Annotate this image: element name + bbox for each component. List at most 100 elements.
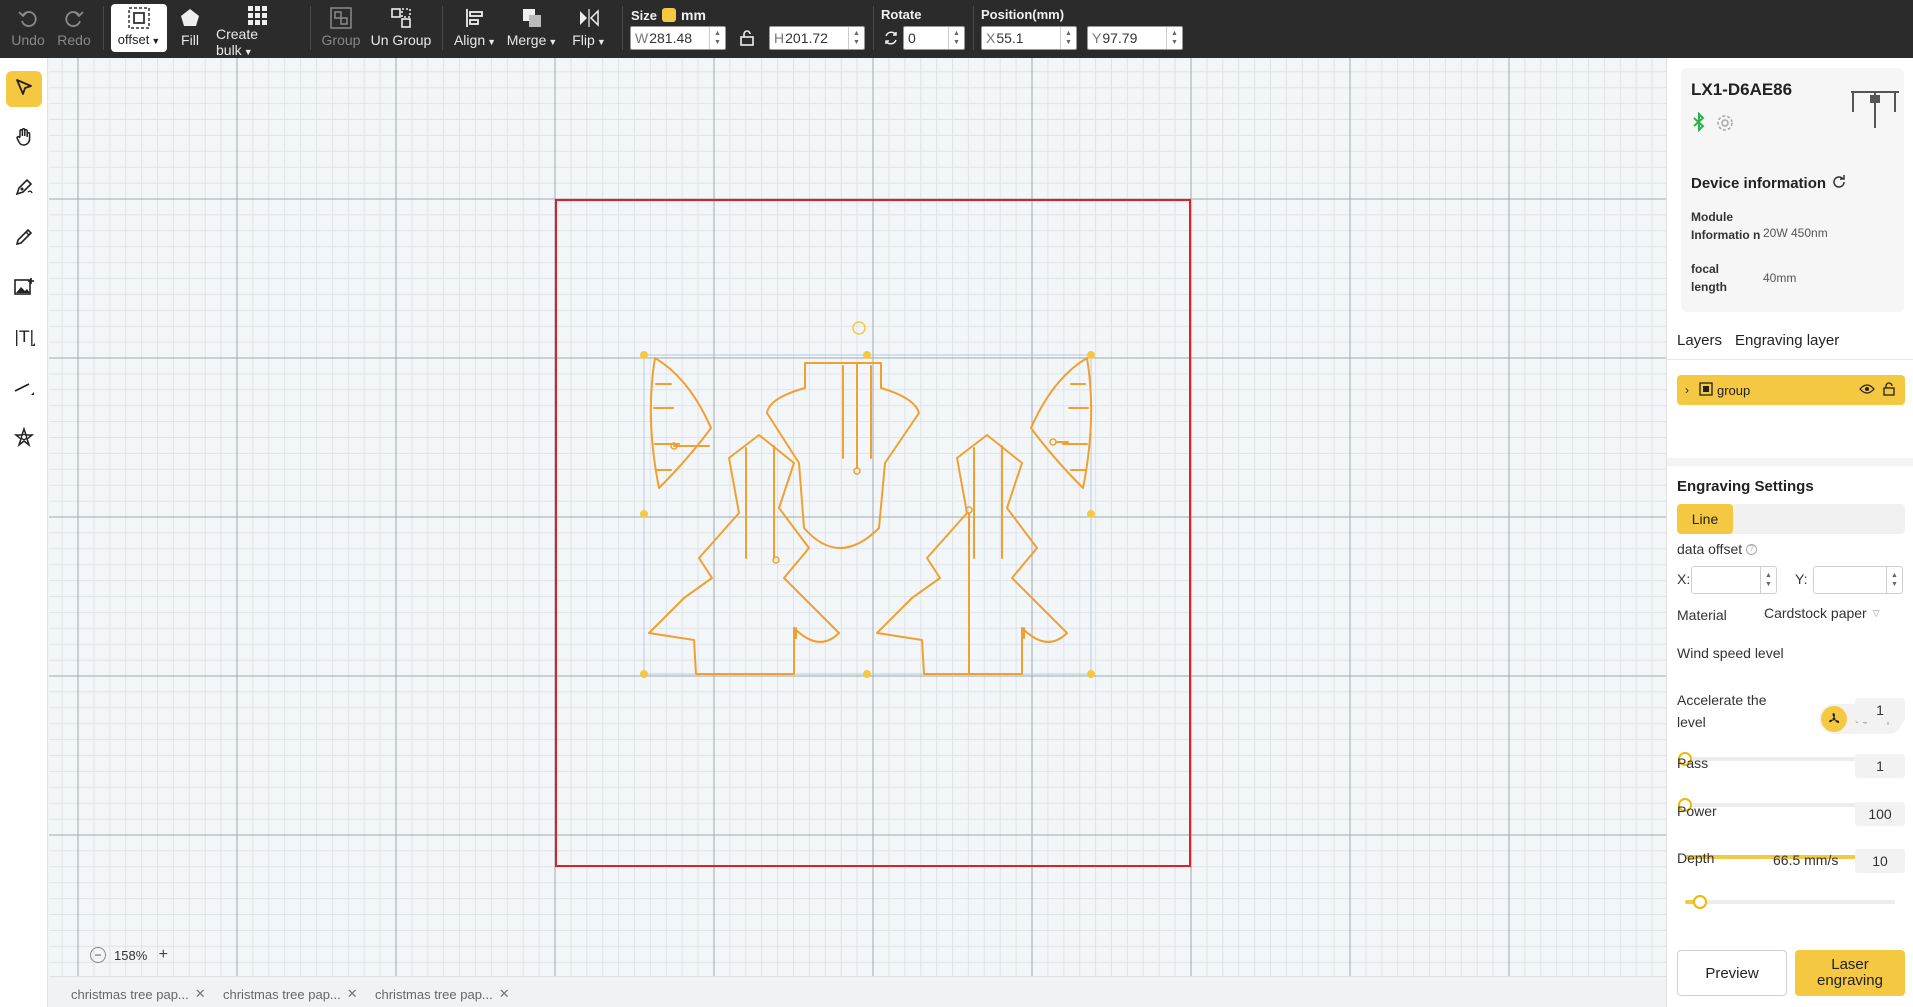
document-tab[interactable]: christmas tree pap... ✕ [61, 982, 216, 1006]
zoom-in-button[interactable]: + [155, 947, 171, 963]
resize-handle-bottom[interactable] [863, 670, 871, 678]
christmas-tree-design[interactable] [49, 58, 1666, 976]
undo-button[interactable]: Undo [8, 4, 48, 52]
pass-value[interactable]: 1 [1855, 754, 1905, 778]
merge-button[interactable]: Merge ▼ [506, 4, 558, 52]
laser-engraving-button[interactable]: Laser engraving [1795, 950, 1905, 996]
align-label: Align [453, 32, 486, 48]
y-position-input[interactable]: Y 97.79 ▲ ▼ [1087, 26, 1183, 50]
fill-button[interactable]: Fill [170, 4, 210, 52]
line-tool[interactable] [6, 371, 42, 407]
tab-engraving-layer[interactable]: Engraving layer [1735, 332, 1839, 349]
unit-toggle-icon[interactable] [662, 8, 677, 22]
y-stepper[interactable]: ▲ ▼ [1166, 27, 1182, 49]
toolbar-divider [310, 6, 311, 50]
image-tool[interactable] [6, 271, 42, 307]
offset-x-input[interactable]: ▲ ▼ [1691, 566, 1777, 594]
fan-high-icon[interactable] [1821, 706, 1847, 732]
text-tool[interactable]: |T| [6, 321, 42, 357]
mode-line-button[interactable]: Line [1677, 504, 1733, 534]
height-prefix: H [774, 30, 785, 46]
x-position-input[interactable]: X 55.1 ▲ ▼ [981, 26, 1077, 50]
rotate-input[interactable]: 0 ▲ ▼ [903, 26, 965, 50]
aspect-lock-icon[interactable] [738, 29, 756, 52]
resize-handle-left[interactable] [640, 510, 648, 518]
ungroup-icon [389, 4, 413, 32]
preview-button[interactable]: Preview [1677, 950, 1787, 996]
close-icon[interactable]: ✕ [195, 986, 206, 1002]
help-icon[interactable]: ? [1746, 543, 1758, 555]
device-name: LX1-D6AE86 [1691, 80, 1793, 99]
pen-tool[interactable] [6, 171, 42, 207]
document-tab-label: christmas tree pap... [375, 986, 493, 1002]
tab-layers[interactable]: Layers [1677, 332, 1722, 349]
unlock-icon[interactable] [1883, 381, 1895, 399]
select-tool[interactable] [6, 71, 42, 107]
rotate-value: 0 [908, 30, 916, 46]
ungroup-button[interactable]: Un Group [370, 4, 432, 52]
chevron-right-icon[interactable]: › [1685, 383, 1689, 397]
offset-button[interactable]: offset ▼ [111, 4, 167, 52]
rotate-stepper[interactable]: ▲ ▼ [948, 27, 964, 49]
group-button[interactable]: Group [318, 4, 364, 52]
flip-icon [578, 4, 600, 32]
toolbar-divider [103, 6, 104, 50]
resize-handle-top-right[interactable] [1087, 351, 1095, 359]
document-tab[interactable]: christmas tree pap... ✕ [365, 982, 520, 1006]
refresh-icon[interactable] [1832, 174, 1846, 192]
width-prefix: W [635, 30, 649, 46]
engraving-mode-bar: Line [1677, 504, 1905, 534]
hand-tool[interactable] [6, 121, 42, 157]
flip-button[interactable]: Flip ▼ [566, 4, 612, 52]
shape-tool[interactable] [6, 421, 42, 457]
height-stepper[interactable]: ▲ ▼ [848, 27, 864, 49]
chevron-down-icon: ▼ [487, 37, 497, 47]
depth-slider-knob[interactable] [1692, 895, 1707, 909]
depth-value[interactable]: 10 [1855, 849, 1905, 873]
left-toolbar: |T| [0, 58, 48, 1007]
offset-y-stepper[interactable]: ▲ ▼ [1886, 567, 1902, 593]
top-toolbar: Undo Redo offset ▼ Fill Create bulk ▼ Grou… [0, 0, 1913, 58]
resize-handle-right[interactable] [1087, 510, 1095, 518]
power-value[interactable]: 100 [1855, 802, 1905, 826]
rotate-label: Rotate [881, 7, 922, 22]
pencil-tool[interactable] [6, 221, 42, 257]
zoom-control: − 158% + [90, 944, 171, 966]
resize-handle-bottom-right[interactable] [1087, 670, 1095, 678]
accelerate-value[interactable]: 1 [1855, 698, 1905, 722]
toolbar-divider [973, 6, 974, 50]
x-value: 55.1 [996, 30, 1024, 46]
width-stepper[interactable]: ▲ ▼ [709, 27, 725, 49]
depth-slider[interactable] [1685, 895, 1895, 909]
gear-icon[interactable] [1715, 113, 1735, 138]
width-input[interactable]: W 281.48 ▲ ▼ [630, 26, 726, 50]
design-canvas[interactable] [49, 58, 1666, 976]
document-tab[interactable]: christmas tree pap... ✕ [213, 982, 368, 1006]
close-icon[interactable]: ✕ [499, 986, 510, 1002]
resize-handle-top-left[interactable] [640, 351, 648, 359]
offset-y-input[interactable]: ▲ ▼ [1813, 566, 1903, 594]
engraving-settings-title: Engraving Settings [1677, 478, 1814, 495]
create-bulk-button[interactable]: Create bulk ▼ [216, 4, 298, 58]
material-select[interactable]: Cardstock paper ▽ [1764, 602, 1880, 624]
depth-speed: 66.5 mm/s [1773, 852, 1839, 868]
redo-button[interactable]: Redo [54, 4, 94, 52]
rotate-handle[interactable] [852, 321, 866, 335]
zoom-out-button[interactable]: − [90, 947, 106, 963]
layer-row-group[interactable]: › group [1677, 375, 1905, 405]
panel-tabs: Layers Engraving layer [1667, 324, 1913, 360]
height-value: 201.72 [785, 30, 828, 46]
align-button[interactable]: Align ▼ [452, 4, 498, 52]
offset-x-stepper[interactable]: ▲ ▼ [1760, 567, 1776, 593]
module-label: Module Informatio n [1691, 210, 1761, 242]
eye-icon[interactable] [1859, 383, 1875, 398]
power-label: Power [1677, 803, 1717, 819]
height-input[interactable]: H 201.72 ▲ ▼ [769, 26, 865, 50]
x-stepper[interactable]: ▲ ▼ [1060, 27, 1076, 49]
close-icon[interactable]: ✕ [347, 986, 358, 1002]
ungroup-label: Un Group [370, 32, 432, 48]
shape-icon [13, 426, 35, 452]
unit-label: mm [681, 7, 706, 23]
resize-handle-top[interactable] [863, 351, 871, 359]
resize-handle-bottom-left[interactable] [640, 670, 648, 678]
